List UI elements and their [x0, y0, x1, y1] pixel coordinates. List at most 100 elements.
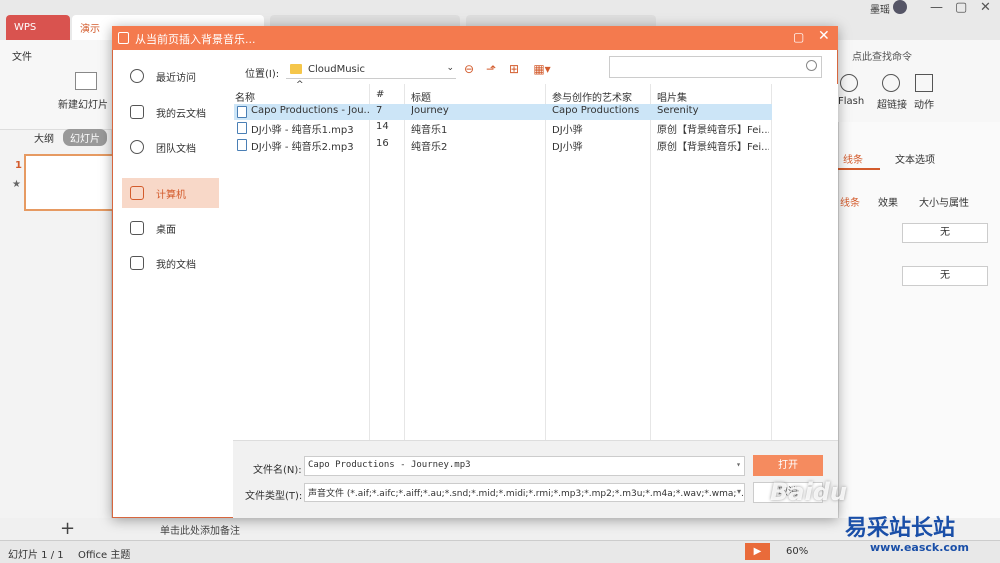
file-name: DJ小骅 - 纯音乐2.mp3 [251, 142, 354, 153]
tab-presentation-label: 演示 [80, 24, 100, 35]
file-album: 原创【背景纯音乐】Fei... [657, 125, 769, 136]
sidebar-label: 我的文档 [156, 259, 196, 271]
audio-file-icon [237, 139, 247, 151]
action-icon[interactable] [915, 74, 933, 92]
slide-thumbnail[interactable] [24, 154, 114, 211]
baidu-watermark: Baidu [770, 478, 847, 506]
sidebar-label: 我的云文档 [156, 108, 206, 120]
tab-wps-label: WPS [14, 22, 37, 33]
fill-select[interactable]: 无 [902, 266, 988, 286]
properties-pane [838, 122, 1000, 518]
location-value: CloudMusic [308, 63, 366, 75]
dialog-footer [233, 440, 838, 518]
filetype-select[interactable]: 声音文件 (*.aif;*.aifc;*.aiff;*.au;*.snd;*.m… [304, 483, 745, 502]
file-row[interactable]: DJ小骅 - 纯音乐2.mp3 16 纯音乐2 DJ小骅 原创【背景纯音乐】Fe… [234, 137, 772, 153]
sidebar-label: 桌面 [156, 224, 176, 236]
minimize-icon[interactable]: — [930, 0, 943, 15]
new-slide-icon[interactable] [75, 72, 97, 90]
file-title: Journey [411, 105, 449, 116]
file-row[interactable]: DJ小骅 - 纯音乐1.mp3 14 纯音乐1 DJ小骅 原创【背景纯音乐】Fe… [234, 120, 772, 136]
column-header-number[interactable]: # [376, 89, 384, 100]
back-icon[interactable]: ⊖ [462, 62, 476, 76]
maximize-icon[interactable]: ▢ [955, 0, 967, 15]
add-slide-button[interactable]: + [60, 518, 75, 539]
file-artist: DJ小骅 [552, 125, 583, 136]
tab-slides[interactable]: 幻灯片 [63, 129, 107, 146]
cube-icon [130, 105, 144, 119]
zoom-level[interactable]: 60% [786, 546, 808, 557]
notes-placeholder[interactable]: 单击此处添加备注 [160, 522, 240, 537]
status-bar [0, 540, 1000, 563]
username: 墨瑶 [870, 5, 890, 16]
hyperlink-icon[interactable] [882, 74, 900, 92]
new-folder-icon[interactable]: ⊞ [507, 62, 521, 76]
file-track: 7 [376, 105, 383, 116]
up-folder-icon[interactable]: ⬏ [484, 62, 498, 76]
hyperlink-button[interactable]: 超链接 [877, 96, 907, 111]
column-header-name[interactable]: 名称 [235, 89, 255, 104]
sidebar-item-recent[interactable]: 最近访问 [122, 61, 219, 91]
clock-icon [130, 69, 144, 83]
desktop-icon [130, 221, 144, 235]
file-menu[interactable]: 文件 [12, 48, 32, 63]
sidebar-label: 计算机 [156, 189, 186, 201]
tab-text-options[interactable]: 文本选项 [895, 151, 935, 166]
computer-icon [130, 186, 144, 200]
avatar[interactable] [893, 0, 907, 14]
slide-number: 1 [15, 160, 22, 171]
status-slide-count: 幻灯片 1 / 1 [8, 550, 64, 561]
subtab-lines[interactable]: 线条 [840, 194, 860, 209]
action-button[interactable]: 动作 [914, 96, 934, 111]
subtab-effects[interactable]: 效果 [878, 194, 898, 209]
close-window-icon[interactable]: ✕ [980, 0, 991, 15]
active-tab-indicator [838, 168, 880, 170]
new-slide-button[interactable]: 新建幻灯片 [58, 96, 108, 111]
filename-input[interactable]: Capo Productions - Journey.mp3 ▾ [304, 456, 745, 476]
sort-asc-icon: ^ [296, 80, 304, 90]
view-mode-icon[interactable]: ▦▾ [531, 62, 553, 76]
filetype-value: 声音文件 (*.aif;*.aifc;*.aiff;*.au;*.snd;*.m… [308, 489, 745, 499]
play-slideshow-button[interactable]: ▶ [745, 543, 770, 560]
sidebar-label: 团队文档 [156, 143, 196, 155]
location-select[interactable]: CloudMusic ⌄ [286, 60, 456, 79]
chevron-down-icon: ⌄ [446, 63, 454, 73]
sidebar-label: 最近访问 [156, 72, 196, 84]
chevron-down-icon: ▾ [736, 460, 741, 469]
search-icon [806, 60, 817, 71]
fill-select-value: 无 [940, 270, 950, 281]
tab-shape-options[interactable]: 线条 [843, 151, 863, 166]
team-icon [130, 140, 144, 154]
tab-wps[interactable]: WPS [6, 15, 70, 40]
subtab-size[interactable]: 大小与属性 [919, 194, 969, 209]
sidebar-item-computer[interactable]: 计算机 [122, 178, 219, 208]
filetype-label: 文件类型(T): [245, 491, 303, 502]
column-header-title[interactable]: 标题 [411, 89, 431, 104]
file-artist: Capo Productions [552, 105, 640, 116]
sidebar-item-documents[interactable]: 我的文档 [122, 248, 219, 278]
documents-icon [130, 256, 144, 270]
dialog-close-icon[interactable]: ✕ [818, 28, 830, 44]
flash-button[interactable]: Flash [838, 96, 864, 107]
file-track: 14 [376, 121, 389, 132]
chevron-down-icon: ▾ [736, 487, 741, 496]
command-search[interactable]: 点此查找命令 [852, 48, 912, 63]
file-artist: DJ小骅 [552, 142, 583, 153]
file-track: 16 [376, 138, 389, 149]
dialog-maximize-icon[interactable]: ▢ [793, 30, 804, 44]
file-row[interactable]: Capo Productions - Jou... 7 Journey Capo… [234, 104, 772, 120]
status-theme: Office 主题 [78, 550, 131, 561]
column-header-album[interactable]: 唱片集 [657, 89, 687, 104]
open-button[interactable]: 打开 [753, 455, 823, 476]
sidebar-item-desktop[interactable]: 桌面 [122, 213, 219, 243]
sidebar-item-cloud[interactable]: 我的云文档 [122, 97, 219, 127]
flash-icon[interactable] [840, 74, 858, 92]
search-input[interactable] [609, 56, 822, 78]
tab-outline[interactable]: 大纲 [34, 130, 54, 145]
file-album: Serenity [657, 105, 699, 116]
sidebar-item-team[interactable]: 团队文档 [122, 132, 219, 162]
file-title: 纯音乐2 [411, 142, 448, 153]
line-select[interactable]: 无 [902, 223, 988, 243]
file-album: 原创【背景纯音乐】Fei... [657, 142, 769, 153]
column-header-artist[interactable]: 参与创作的艺术家 [552, 89, 632, 104]
wps-logo-icon [118, 32, 129, 44]
